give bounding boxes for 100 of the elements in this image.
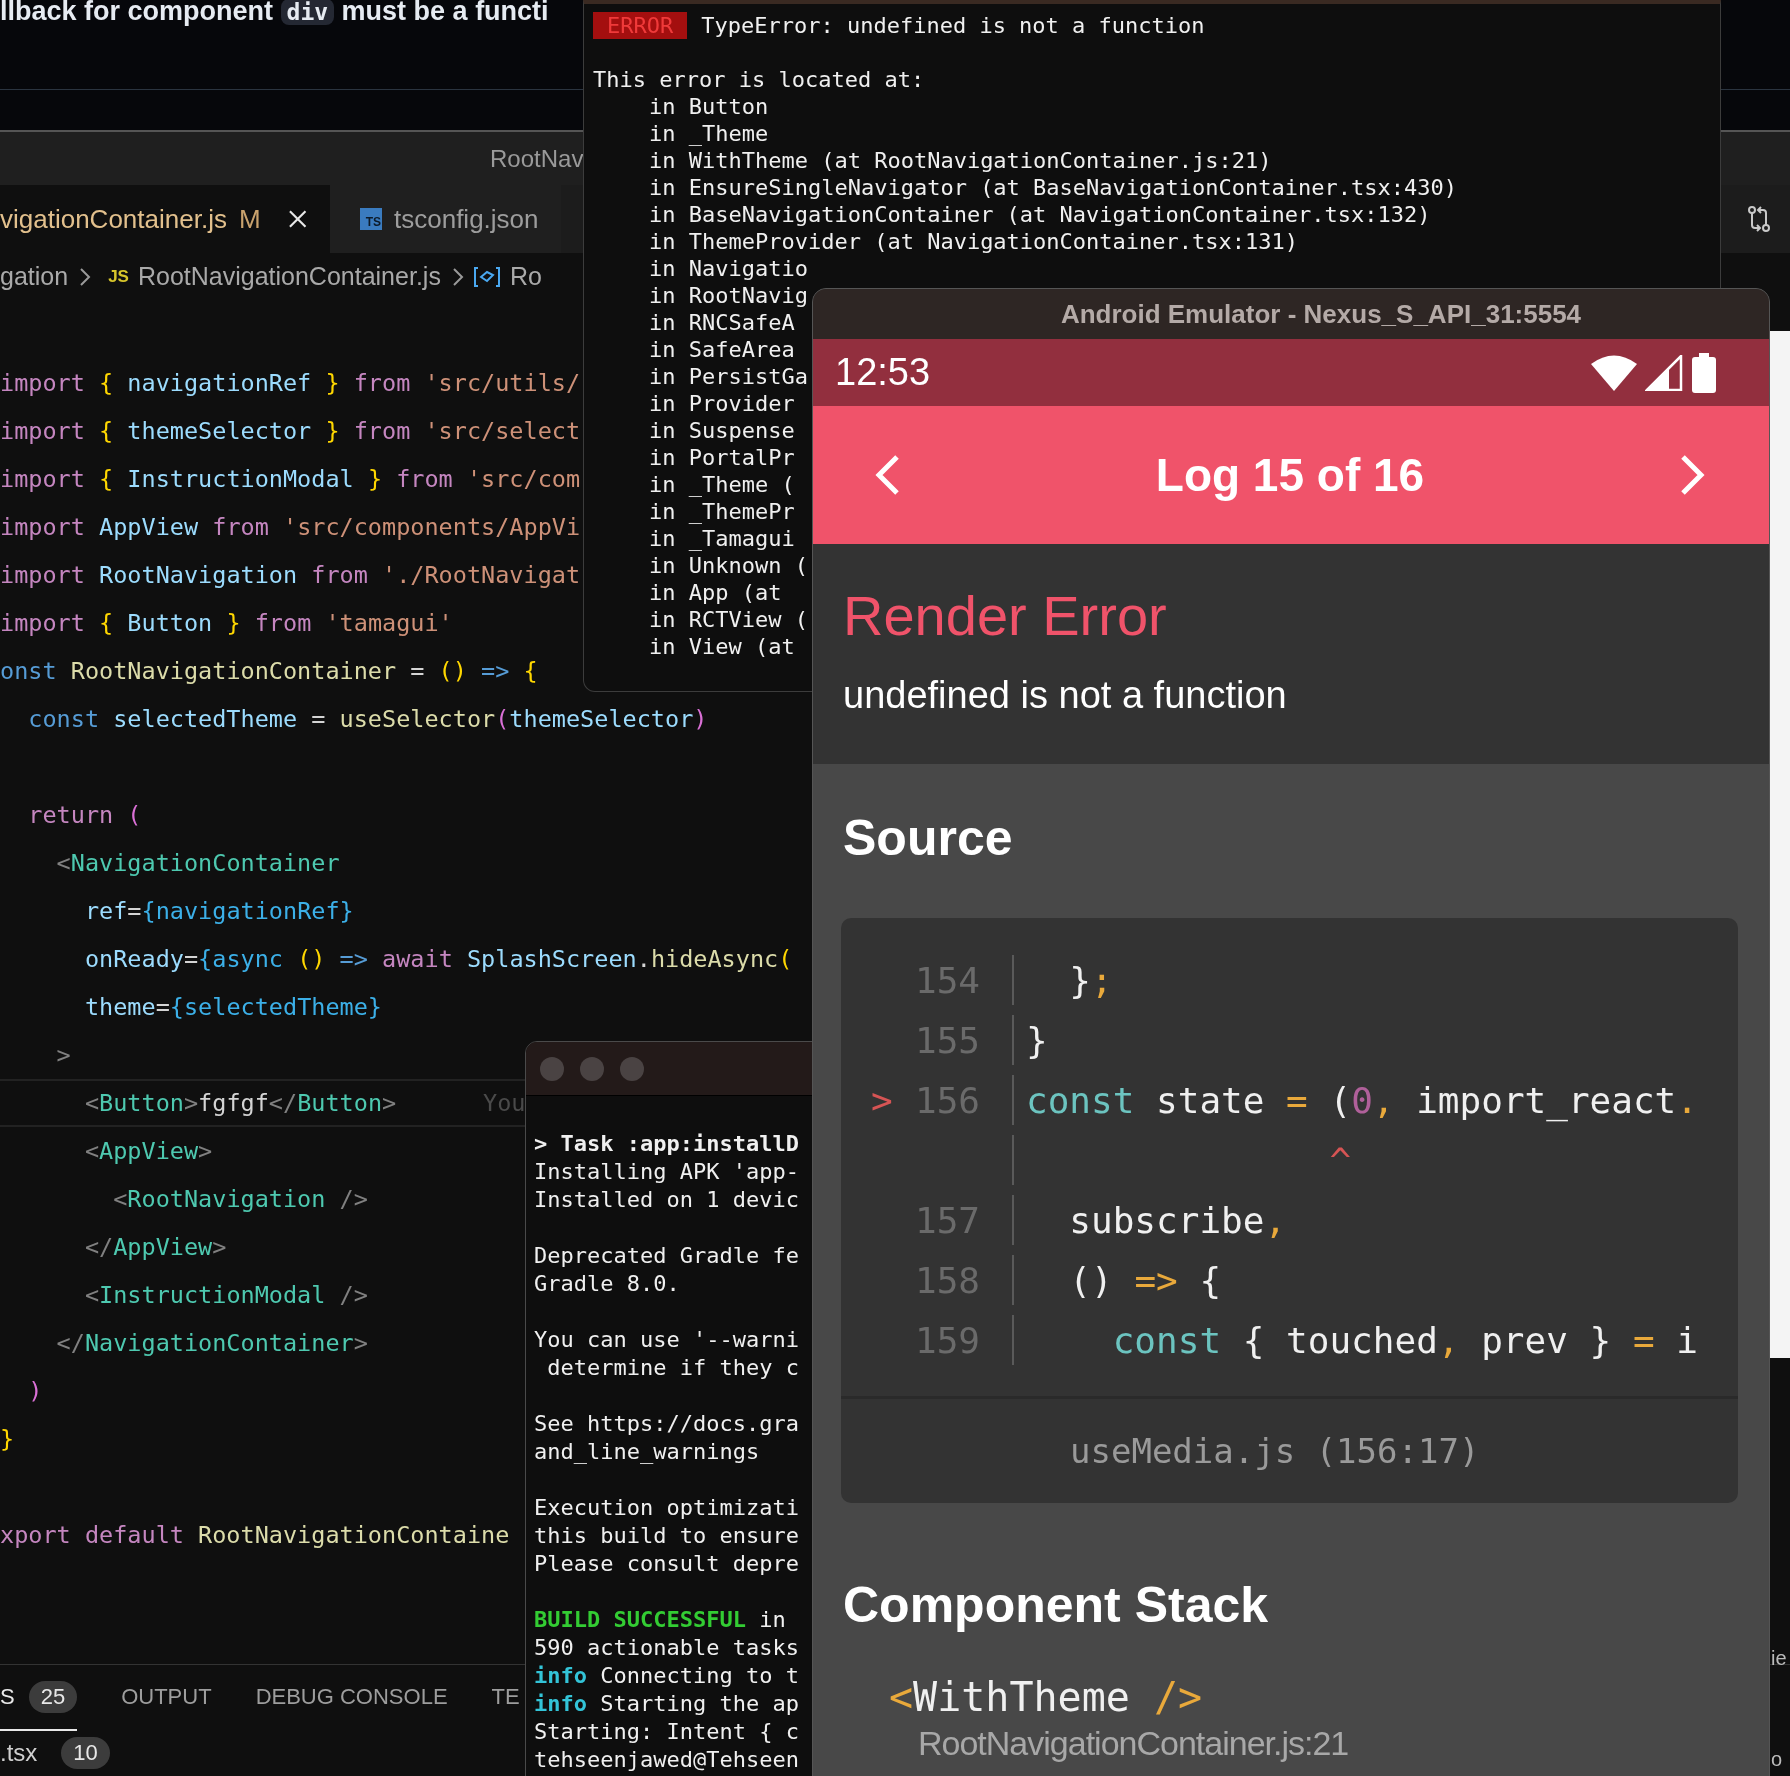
code-line: import RootNavigation from './RootNavigat	[0, 561, 581, 589]
code-line: </NavigationContainer>	[55, 1329, 368, 1357]
code-line: <RootNavigation />	[112, 1185, 368, 1213]
error-title: Render Error	[843, 584, 1168, 648]
code-line: )	[27, 1377, 43, 1405]
error-badge: ERROR	[593, 12, 688, 39]
breadcrumb-symbol[interactable]: Ro	[509, 262, 542, 291]
code-line: import { InstructionModal } from 'src/com	[0, 465, 581, 493]
panel-tab[interactable]: TE	[491, 1665, 520, 1731]
component-location: RootNavigationContainer.js:21	[917, 1723, 1350, 1764]
stack-frame: in Provider	[649, 390, 795, 417]
stack-frame: in RCTView (	[649, 606, 808, 633]
terminal-text: Gradle 8.0.	[534, 1271, 680, 1296]
terminal-text: See https://docs.gra	[534, 1411, 799, 1436]
code-line: const state = (0, import_react.	[1026, 1079, 1698, 1121]
symbol-icon	[472, 265, 501, 288]
code-line: ref={navigationRef}	[83, 897, 354, 925]
stack-frame: in RNCSafeA	[649, 309, 795, 336]
count-badge: 10	[61, 1737, 110, 1769]
stack-frame: in BaseNavigationContainer (at NavigationContainer.tsx:132)	[649, 201, 1431, 228]
header-title: Log 15 of 16	[1155, 448, 1425, 502]
stack-frame: in App (at	[649, 579, 782, 606]
terminal-text: Starting: Intent { c	[534, 1719, 799, 1744]
terminal-text: > Task :app:installD	[534, 1131, 799, 1156]
code-line: </AppView>	[83, 1233, 227, 1261]
stack-frame: in EnsureSingleNavigator (at BaseNavigationContainer.tsx:430)	[649, 174, 1457, 201]
wifi-icon	[1591, 354, 1637, 391]
panel-tab[interactable]: S 25	[0, 1665, 78, 1731]
component-name: <WithTheme />	[888, 1673, 1204, 1721]
error-message: llback for component div must be a functi	[0, 0, 549, 28]
code-line: theme={selectedTheme}	[83, 993, 383, 1021]
terminal-text: Deprecated Gradle fe	[534, 1243, 799, 1268]
code-line: <InstructionModal />	[83, 1281, 368, 1309]
editor-tab[interactable]: vigationContainer.js M	[0, 185, 330, 253]
code-line: subscribe,	[1068, 1199, 1287, 1241]
blame-annotation: You	[483, 1088, 526, 1119]
stack-frame: in Navigatio	[649, 255, 808, 282]
terminal-text: Execution optimizati	[534, 1495, 799, 1520]
code-line: const selectedTheme = useSelector(themeSelector)	[27, 705, 708, 733]
error-message: undefined is not a function	[843, 673, 1288, 718]
error-message: TypeError: undefined is not a function	[701, 12, 1205, 39]
javascript-file-icon: JS	[108, 266, 129, 287]
stack-frame: in PortalPr	[649, 444, 795, 471]
code-line: () => {	[1068, 1259, 1222, 1301]
window-title: RootNav	[490, 144, 584, 173]
stack-frame: in _Theme (	[649, 471, 795, 498]
terminal-text: Installing APK 'app-	[534, 1159, 799, 1184]
stack-frame: in _Theme	[649, 120, 769, 147]
code-line: onst RootNavigationContainer = () => {	[0, 657, 538, 685]
section-heading: Component Stack	[842, 1576, 1270, 1635]
terminal-text: this build to ensure	[534, 1523, 799, 1548]
chevron-icon	[79, 266, 92, 287]
terminal-text: Installed on 1 devic	[534, 1187, 799, 1212]
window-title: Android Emulator - Nexus_S_API_31:5554	[1060, 298, 1582, 330]
code-line: <NavigationContainer	[55, 849, 340, 877]
terminal-text: 590 actionable tasks	[534, 1635, 799, 1660]
signal-icon	[1645, 354, 1683, 391]
window-control[interactable]	[620, 1056, 644, 1081]
breadcrumb-file[interactable]: RootNavigationContainer.js	[137, 262, 441, 291]
stack-frame: in View (at	[649, 633, 795, 660]
stack-frame: in _Tamagui	[649, 525, 795, 552]
source-location: useMedia.js (156:17)	[1070, 1431, 1480, 1471]
breadcrumb-folder[interactable]: gation	[0, 262, 69, 291]
section-heading: Source	[842, 809, 1014, 868]
terminal-text: info Starting the ap	[534, 1691, 799, 1716]
stack-frame: in ThemeProvider (at NavigationContainer.tsx:131)	[649, 228, 1298, 255]
code-line: import { Button } from 'tamagui'	[0, 609, 453, 637]
count-badge: 25	[28, 1681, 78, 1713]
stack-frame: in _ThemePr	[649, 498, 795, 525]
battery-icon	[1691, 352, 1717, 393]
code-line: import { navigationRef } from 'src/utils/	[0, 369, 581, 397]
panel-tab[interactable]: OUTPUT	[121, 1665, 212, 1731]
terminal-text: You can use '--warni	[534, 1327, 799, 1352]
stack-frame: in PersistGa	[649, 363, 808, 390]
terminal-text: determine if they c	[546, 1355, 799, 1380]
stack-frame: in RootNavig	[649, 282, 808, 309]
code-line: import { themeSelector } from 'src/select	[0, 417, 581, 445]
code-line: xport default RootNavigationContaine	[0, 1521, 510, 1549]
typescript-file-icon: TS	[360, 208, 382, 230]
code-line: const { touched, prev } = i	[1111, 1319, 1698, 1361]
error-marker: >	[871, 1079, 893, 1121]
window-control[interactable]	[540, 1056, 564, 1081]
compare-changes-icon[interactable]	[1746, 205, 1772, 233]
window-control[interactable]	[580, 1056, 604, 1081]
stack-frame: in Suspense	[649, 417, 795, 444]
file-name[interactable]: .tsx	[0, 1739, 38, 1767]
chevron-icon	[451, 266, 464, 287]
code-line: return (	[27, 801, 142, 829]
clock: 12:53	[835, 351, 931, 394]
code-line: }	[1026, 1019, 1048, 1061]
terminal-text: This error is located at:	[593, 66, 925, 93]
stack-frame: in Button	[649, 93, 769, 120]
partial-label: ie	[1771, 1647, 1787, 1670]
panel-tab[interactable]: DEBUG CONSOLE	[255, 1665, 448, 1731]
code-line: import AppView from 'src/components/AppVi	[0, 513, 581, 541]
terminal-text: BUILD SUCCESSFUL in	[534, 1607, 786, 1632]
code-line: }	[0, 1425, 15, 1453]
stack-frame: in SafeArea	[649, 336, 795, 363]
partial-label: o	[1771, 1748, 1783, 1771]
code-line: <AppView>	[83, 1137, 213, 1165]
